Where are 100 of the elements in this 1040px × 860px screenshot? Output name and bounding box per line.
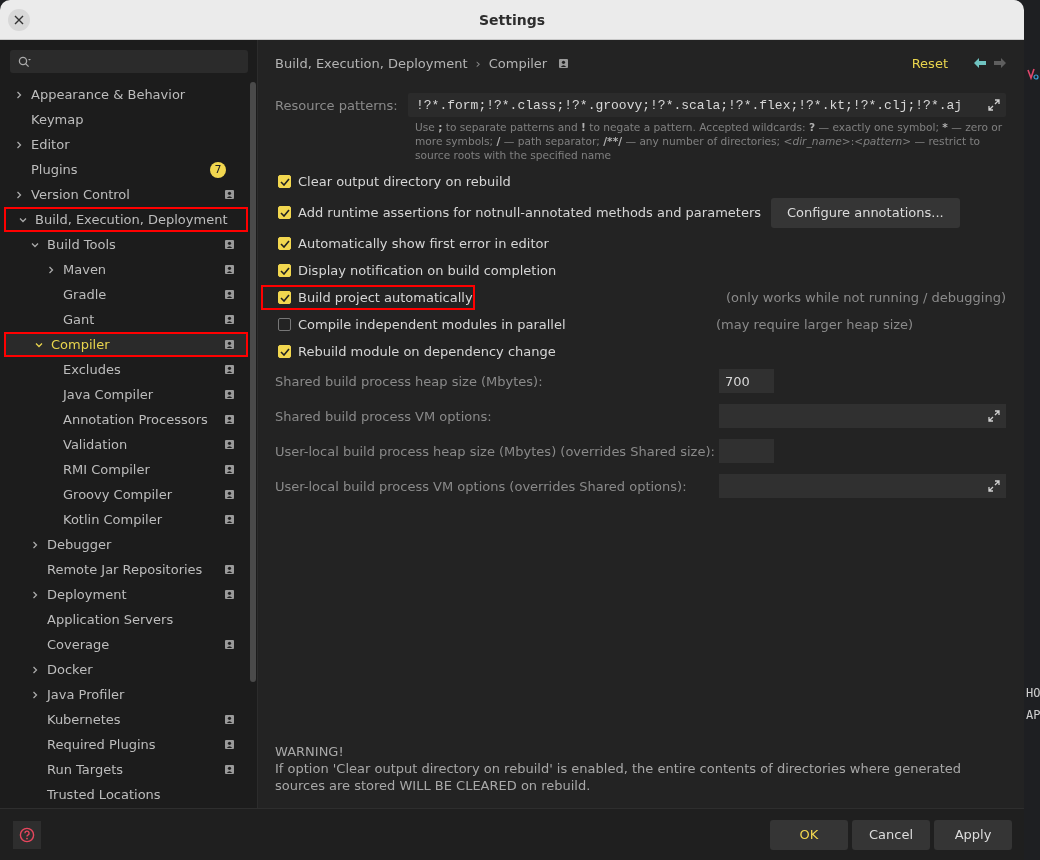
chevron-icon[interactable] — [14, 189, 24, 200]
breadcrumb-separator: › — [475, 55, 481, 71]
tree-item-label: Run Targets — [47, 762, 125, 777]
chevron-icon[interactable] — [30, 664, 40, 675]
tree-item-label: Debugger — [47, 537, 113, 552]
tree-item[interactable]: Version Control — [0, 182, 248, 207]
checkbox-label: Automatically show first error in editor — [298, 236, 549, 251]
tree-item[interactable]: Application Servers — [0, 607, 248, 632]
tree-item-label: Deployment — [47, 587, 128, 602]
tree-item[interactable]: Java Profiler — [0, 682, 248, 707]
tree-item[interactable]: Gradle — [0, 282, 248, 307]
tree-item[interactable]: Plugins 7 — [0, 157, 248, 182]
expand-icon[interactable] — [988, 99, 1000, 111]
tree-item[interactable]: Run Targets — [0, 757, 248, 782]
checkbox-row[interactable]: Display notification on build completion — [275, 263, 716, 278]
tree-item-label: Compiler — [51, 337, 111, 352]
tree-item-label: Kubernetes — [47, 712, 122, 727]
tree-item-label: Coverage — [47, 637, 111, 652]
input-field[interactable] — [719, 474, 1006, 498]
tree-item-label: Excludes — [63, 362, 122, 377]
field-label: Resource patterns: — [275, 97, 398, 113]
tree-item[interactable]: RMI Compiler — [0, 457, 248, 482]
tree-item-label: Java Profiler — [47, 687, 126, 702]
search-field[interactable] — [10, 50, 248, 73]
tree-item-label: Plugins — [31, 162, 79, 177]
help-icon — [19, 826, 35, 843]
checkbox-row[interactable]: Clear output directory on rebuild — [275, 174, 716, 189]
tree-item[interactable]: Build, Execution, Deployment — [4, 207, 248, 232]
tree-item-label: Gant — [63, 312, 96, 327]
configure-annotations-button[interactable]: Configure annotations... — [771, 197, 960, 228]
dialog-button[interactable]: Cancel — [852, 819, 930, 850]
chevron-icon[interactable] — [14, 139, 24, 150]
input-field[interactable]: 700 — [719, 369, 774, 393]
tree-item-label: Application Servers — [47, 612, 175, 627]
window-title: Settings — [478, 11, 546, 28]
chevron-icon[interactable] — [30, 589, 40, 600]
tree-item-label: Maven — [63, 262, 108, 277]
tree-item[interactable]: Debugger — [0, 532, 248, 557]
tree-item[interactable]: Gant — [0, 307, 248, 332]
chevron-icon[interactable] — [30, 689, 40, 700]
forward-arrow-icon[interactable] — [994, 58, 1006, 68]
help-button[interactable] — [13, 820, 41, 849]
warning-title: WARNING! — [275, 743, 345, 760]
tree-item-label: Gradle — [63, 287, 108, 302]
tree-item[interactable]: Coverage — [0, 632, 248, 657]
tree-item[interactable]: Maven — [0, 257, 248, 282]
field-label: Shared build process heap size (Mbytes): — [275, 373, 544, 389]
tree-item[interactable]: Kotlin Compiler — [0, 507, 248, 532]
tree-item-label: Appearance & Behavior — [31, 87, 187, 102]
expand-icon[interactable] — [988, 480, 1000, 492]
dialog-button[interactable]: Apply — [934, 819, 1012, 850]
dialog-button[interactable]: OK — [770, 819, 848, 850]
tree-item[interactable]: Appearance & Behavior — [0, 82, 248, 107]
checkbox-label: Rebuild module on dependency change — [298, 344, 556, 359]
tree-item[interactable]: Java Compiler — [0, 382, 248, 407]
tree-item[interactable]: Required Plugins — [0, 732, 248, 757]
tree-item[interactable]: Editor — [0, 132, 248, 157]
logo-icon — [1027, 68, 1039, 80]
tree-item[interactable]: Validation — [0, 432, 248, 457]
checkbox-row[interactable]: Build project automatically — [263, 287, 474, 308]
expand-icon[interactable] — [988, 410, 1000, 422]
tree-item[interactable]: Annotation Processors — [0, 407, 248, 432]
tree-item[interactable]: Compiler — [4, 332, 248, 357]
resource-patterns-field[interactable]: !?*.form;!?*.class;!?*.groovy;!?*.scala;!?*.flex;!?*.kt;!?*.clj;!?*.aj — [408, 93, 1006, 117]
tree-item[interactable]: Remote Jar Repositories — [0, 557, 248, 582]
checkbox-label: Build project automatically — [298, 290, 473, 305]
tree-item[interactable]: Trusted Locations — [0, 782, 248, 807]
input-field[interactable] — [719, 404, 1006, 428]
tree-item-label: RMI Compiler — [63, 462, 151, 477]
checkbox-row[interactable]: Automatically show first error in editor — [275, 236, 716, 251]
reset-link[interactable]: Reset — [911, 55, 948, 71]
field-label: User-local build process heap size (Mbytes) (overrides Shared size): — [275, 443, 716, 459]
checkbox-row[interactable]: Compile independent modules in parallel — [275, 317, 716, 332]
tree-item-label: Groovy Compiler — [63, 487, 174, 502]
tree-item-label: Keymap — [31, 112, 85, 127]
tree-item-label: Build Tools — [47, 237, 117, 252]
back-arrow-icon[interactable] — [974, 58, 986, 68]
checkbox[interactable] — [278, 318, 291, 331]
tree-item-label: Editor — [31, 137, 71, 152]
tree-item[interactable]: Docker — [0, 657, 248, 682]
editor-text: AP — [1026, 707, 1040, 724]
tree-item-label: Build, Execution, Deployment — [35, 212, 229, 227]
tree-item[interactable]: Build Tools — [0, 232, 248, 257]
chevron-icon[interactable] — [30, 539, 40, 550]
warning-text: If option 'Clear output directory on rebuild' is enabled, the entire contents of directories where generated sources are stored WILL BE CLEARED on rebuild. — [275, 760, 963, 794]
tree-item-label: Remote Jar Repositories — [47, 562, 204, 577]
scrollbar-thumb[interactable] — [250, 82, 256, 682]
breadcrumb-item: Compiler — [488, 55, 548, 71]
close-button[interactable] — [8, 9, 30, 31]
tree-item[interactable]: Kubernetes — [0, 707, 248, 732]
tree-item[interactable]: Deployment — [0, 582, 248, 607]
tree-item[interactable]: Excludes — [0, 357, 248, 382]
field-label: User-local build process VM options (overrides Shared options): — [275, 478, 688, 494]
tree-item[interactable]: Keymap — [0, 107, 248, 132]
chevron-icon[interactable] — [14, 89, 24, 100]
tree-item[interactable]: Groovy Compiler — [0, 482, 248, 507]
checkbox-row[interactable]: Rebuild module on dependency change — [275, 344, 716, 359]
tree-item-label: Required Plugins — [47, 737, 157, 752]
chevron-icon[interactable] — [46, 264, 56, 275]
option-note: (may require larger heap size) — [716, 317, 914, 332]
